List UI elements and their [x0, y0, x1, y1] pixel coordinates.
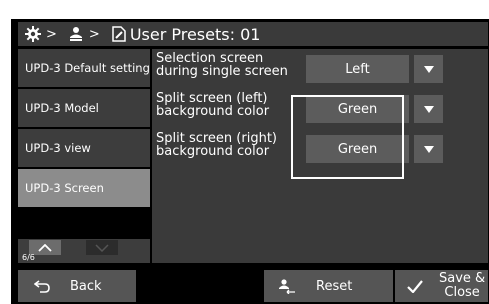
- sidebar-item-model[interactable]: UPD-3 Model: [18, 89, 150, 127]
- page-title: User Presets: 01: [129, 24, 261, 44]
- save-close-label: Save & Close: [439, 271, 486, 300]
- page-down-button[interactable]: [86, 240, 118, 255]
- back-button[interactable]: Back: [18, 270, 136, 302]
- sidebar-item-label: UPD-3 view: [25, 141, 91, 155]
- split-left-color-select[interactable]: Green: [306, 95, 409, 123]
- breadcrumb-separator: >: [46, 26, 57, 42]
- triangle-down-icon: [423, 145, 434, 153]
- page-indicator: 6/6: [22, 253, 35, 262]
- back-label: Back: [70, 278, 102, 294]
- sidebar-item-label: UPD-3 Default setting: [25, 61, 150, 75]
- triangle-down-icon: [423, 105, 434, 113]
- setting-row-split-left: Split screen (left) background color Gre…: [152, 89, 488, 129]
- setting-label: Selection screen during single screen: [156, 51, 288, 79]
- split-left-dropdown-button[interactable]: [414, 95, 443, 123]
- reset-label: Reset: [316, 278, 353, 294]
- setting-label: Split screen (left) background color: [156, 91, 270, 119]
- save-close-button[interactable]: Save & Close: [395, 270, 488, 302]
- chevron-up-icon: [38, 243, 52, 252]
- setting-row-single-screen: Selection screen during single screen Le…: [152, 49, 488, 89]
- reset-button[interactable]: Reset: [264, 270, 393, 302]
- footer-bar: Back Reset Save & Close: [18, 266, 488, 304]
- document-icon[interactable]: [110, 25, 128, 43]
- sidebar-item-label: UPD-3 Screen: [25, 181, 104, 195]
- checkmark-icon: [407, 279, 423, 293]
- split-right-color-select[interactable]: Green: [306, 135, 409, 163]
- sidebar-item-default-setting[interactable]: UPD-3 Default setting: [18, 49, 150, 87]
- pager: 6/6: [18, 239, 150, 263]
- sidebar-item-screen[interactable]: UPD-3 Screen: [18, 169, 150, 207]
- user-reset-icon: [279, 279, 295, 294]
- setting-label: Split screen (right) background color: [156, 131, 277, 159]
- device-screen: > > User Presets: 01 UPD-3 Default setti…: [11, 19, 489, 304]
- title-bar: > > User Presets: 01: [18, 22, 488, 46]
- sidebar-item-label: UPD-3 Model: [25, 101, 99, 115]
- settings-panel: Selection screen during single screen Le…: [152, 49, 488, 263]
- chevron-down-icon: [95, 243, 109, 252]
- triangle-down-icon: [423, 65, 434, 73]
- back-arrow-icon: [34, 280, 50, 293]
- sidebar: UPD-3 Default setting UPD-3 Model UPD-3 …: [18, 49, 150, 263]
- breadcrumb-separator: >: [88, 26, 100, 42]
- user-icon[interactable]: [67, 25, 85, 43]
- single-screen-dropdown-button[interactable]: [414, 55, 443, 83]
- single-screen-select[interactable]: Left: [306, 55, 409, 83]
- gear-icon[interactable]: [24, 25, 42, 43]
- setting-row-split-right: Split screen (right) background color Gr…: [152, 129, 488, 169]
- split-right-dropdown-button[interactable]: [414, 135, 443, 163]
- sidebar-item-view[interactable]: UPD-3 view: [18, 129, 150, 167]
